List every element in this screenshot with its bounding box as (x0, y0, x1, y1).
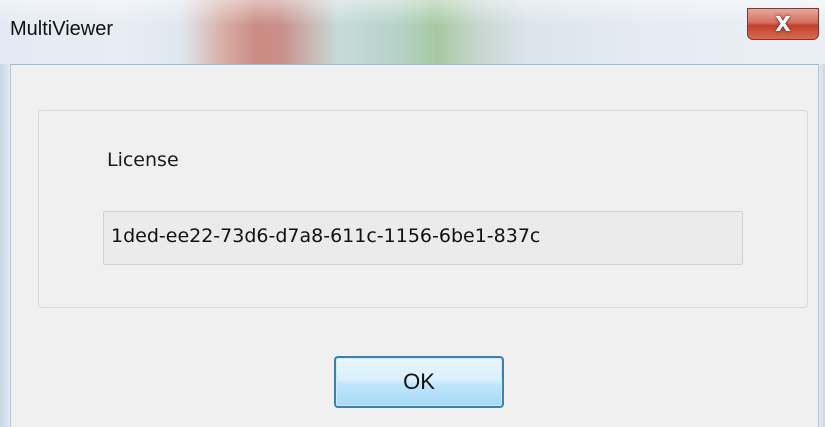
close-icon: X (775, 12, 791, 36)
license-label: License (107, 149, 179, 171)
dialog-window: MultiViewer X License 1ded-ee22-73d6-d7a… (0, 0, 825, 427)
close-button[interactable]: X (747, 8, 819, 40)
license-field[interactable]: 1ded-ee22-73d6-d7a8-611c-1156-6be1-837c (103, 211, 743, 265)
window-frame-left (0, 64, 11, 427)
ok-button[interactable]: OK (334, 356, 504, 408)
license-value: 1ded-ee22-73d6-d7a8-611c-1156-6be1-837c (111, 225, 541, 247)
license-group-box (38, 110, 808, 308)
window-frame-right (818, 64, 825, 427)
window-title: MultiViewer (10, 18, 113, 40)
title-bar[interactable]: MultiViewer X (0, 0, 825, 65)
ok-button-label: OK (403, 369, 435, 394)
